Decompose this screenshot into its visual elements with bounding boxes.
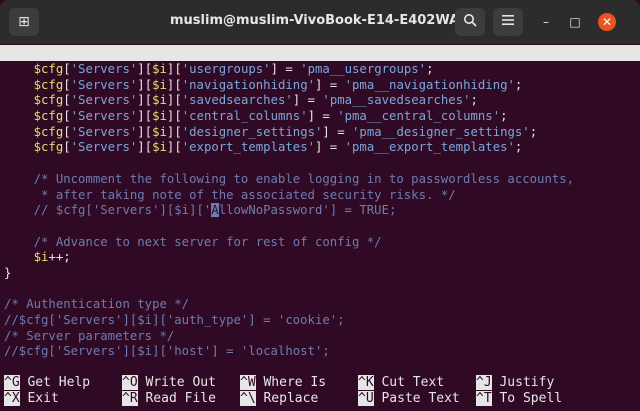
- nano-header-bar: GNU nano 4.8 /etc/phpmyadmin/config.inc.…: [0, 45, 640, 92]
- shortcut-cut-text[interactable]: ^K Cut Text: [358, 375, 444, 391]
- shortcut-label: Get Help: [19, 375, 91, 390]
- code-line: $cfg['Servers'][$i]['navigationhiding'] …: [33, 77, 523, 92]
- minimize-icon: –: [543, 15, 549, 29]
- shortcut-replace[interactable]: ^\ Replace: [240, 391, 318, 407]
- shortcut-to-spell[interactable]: ^T To Spell: [476, 391, 562, 407]
- shortcut-key: ^X: [4, 391, 20, 406]
- search-button[interactable]: [455, 8, 485, 36]
- code-line: /* Authentication type */: [4, 297, 190, 312]
- editor-text-area[interactable]: $cfg['Servers'][$i]['usergroups'] = 'pma…: [4, 62, 640, 360]
- new-tab-button[interactable]: ⊞: [9, 8, 39, 36]
- code-line: //$cfg['Servers'][$i]['host'] = 'localho…: [4, 344, 330, 359]
- code-line: /* Uncomment the following to enable log…: [4, 171, 575, 186]
- shortcut-get-help[interactable]: ^G Get Help: [4, 375, 90, 391]
- shortcut-label: Exit: [19, 391, 59, 406]
- minimize-button[interactable]: –: [537, 13, 555, 31]
- menu-button[interactable]: [493, 8, 523, 36]
- shortcut-key: ^J: [476, 375, 492, 390]
- code-line: $i++;: [33, 250, 71, 265]
- shortcut-key: ^G: [4, 375, 20, 390]
- close-button[interactable]: ✕: [598, 13, 616, 31]
- shortcut-label: Paste Text: [373, 391, 460, 406]
- maximize-icon: □: [569, 15, 581, 29]
- shortcut-label: To Spell: [491, 391, 563, 406]
- code-line: $cfg['Servers'][$i]['savedsearches'] = '…: [33, 93, 478, 108]
- hamburger-menu-icon: [501, 14, 515, 30]
- shortcut-row: ^G Get Help ^O Write Out ^W Where Is ^K Cut…: [0, 375, 640, 391]
- shortcut-key: ^W: [240, 375, 256, 390]
- shortcut-bar: ^G Get Help ^O Write Out ^W Where Is ^K Cut…: [0, 375, 640, 407]
- shortcut-label: Where Is: [255, 375, 327, 390]
- shortcut-key: ^O: [122, 375, 138, 390]
- code-line: }: [4, 265, 12, 280]
- shortcut-exit[interactable]: ^X Exit: [4, 391, 59, 407]
- code-line: $cfg['Servers'][$i]['export_templates'] …: [33, 140, 523, 155]
- title-bar: ⊞ muslim@muslim-VivoBook-E14-E402WA: ~ –…: [0, 0, 640, 44]
- code-line: $cfg['Servers'][$i]['central_columns'] =…: [33, 109, 508, 124]
- shortcut-key: ^\: [240, 391, 256, 406]
- shortcut-key: ^R: [122, 391, 138, 406]
- close-icon: ✕: [601, 15, 613, 29]
- shortcut-key: ^U: [358, 391, 374, 406]
- shortcut-label: Cut Text: [373, 375, 445, 390]
- shortcut-paste-text[interactable]: ^U Paste Text: [358, 391, 460, 407]
- shortcut-label: Justify: [491, 375, 555, 390]
- shortcut-justify[interactable]: ^J Justify: [476, 375, 554, 391]
- code-line: /* Server parameters */: [4, 328, 175, 343]
- shortcut-key: ^K: [358, 375, 374, 390]
- code-line: * after taking note of the associated se…: [4, 187, 456, 202]
- shortcut-where-is[interactable]: ^W Where Is: [240, 375, 326, 391]
- terminal-window: ⊞ muslim@muslim-VivoBook-E14-E402WA: ~ –…: [0, 0, 640, 411]
- code-line: /* Advance to next server for rest of co…: [4, 234, 382, 249]
- window-title: muslim@muslim-VivoBook-E14-E402WA: ~: [170, 13, 481, 28]
- code-line: // $cfg['Servers'][$i]['AllowNoPassword'…: [4, 203, 397, 218]
- shortcut-key: ^T: [476, 391, 492, 406]
- text-cursor: A: [211, 203, 219, 218]
- new-tab-icon: ⊞: [18, 14, 30, 30]
- shortcut-write-out[interactable]: ^O Write Out: [122, 375, 216, 391]
- shortcut-label: Read File: [137, 391, 216, 406]
- maximize-button[interactable]: □: [566, 13, 584, 31]
- shortcut-row: ^X Exit ^R Read File ^\ Replace ^U Paste Te…: [0, 391, 640, 407]
- shortcut-label: Write Out: [137, 375, 216, 390]
- search-icon: [463, 13, 477, 31]
- code-line: $cfg['Servers'][$i]['designer_settings']…: [33, 124, 538, 139]
- code-line: $cfg['Servers'][$i]['usergroups'] = 'pma…: [33, 62, 434, 76]
- shortcut-label: Replace: [255, 391, 319, 406]
- shortcut-read-file[interactable]: ^R Read File: [122, 391, 216, 407]
- code-line: //$cfg['Servers'][$i]['auth_type'] = 'co…: [4, 313, 345, 327]
